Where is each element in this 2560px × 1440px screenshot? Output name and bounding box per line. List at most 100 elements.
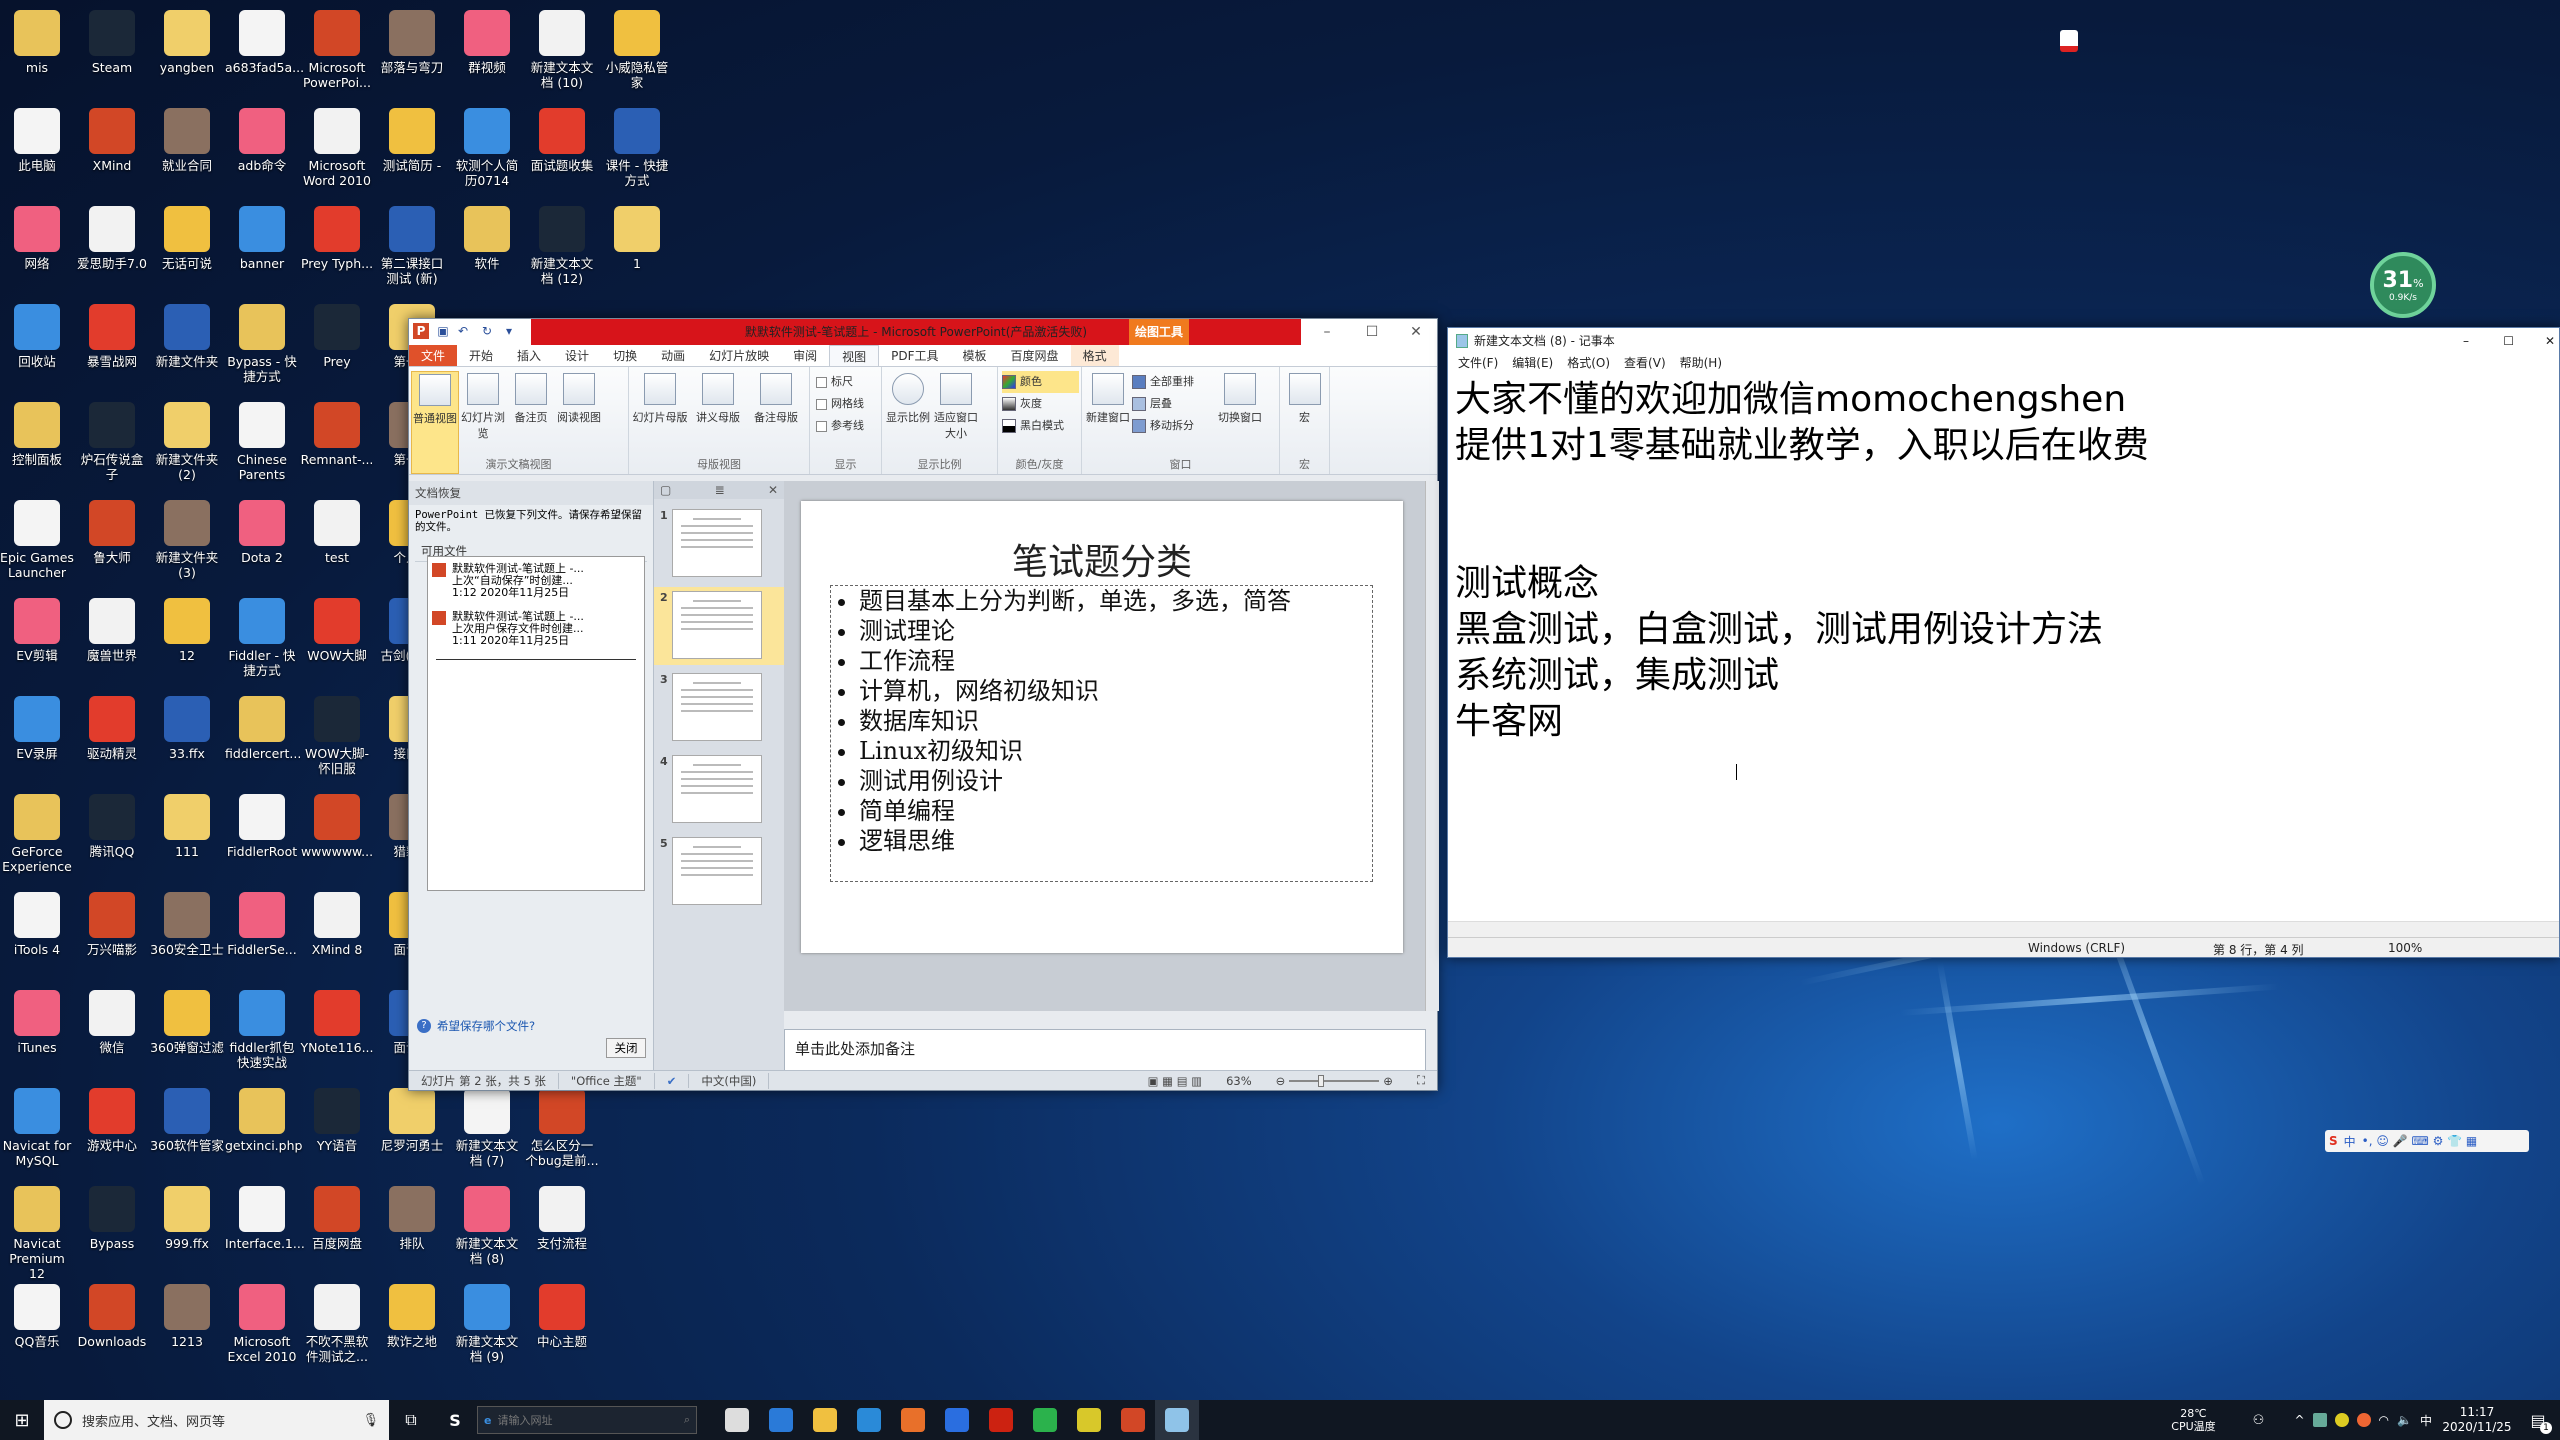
ribbon-tab[interactable]: 幻灯片放映 (697, 345, 781, 366)
desktop-icon[interactable]: fiddler抓包快速实战 (225, 984, 299, 1070)
edge-taskbar-icon[interactable] (759, 1400, 803, 1440)
desktop-icon[interactable]: 中心主题 (525, 1278, 599, 1349)
ribbon-tab[interactable]: 格式 (1070, 345, 1119, 366)
recovered-file-item[interactable]: 默默软件测试-笔试题上 -... 上次用户保存文件时创建... 1:11 2020年… (432, 611, 640, 647)
ribbon-tab[interactable]: 模板 (951, 345, 999, 366)
network-speed-widget[interactable]: 31% 0.9K/s (2370, 252, 2436, 318)
maximize-button[interactable]: ☐ (1349, 319, 1395, 345)
desktop-icon[interactable]: 腾讯QQ (75, 788, 149, 859)
move-split-button[interactable]: 移动拆分 (1132, 415, 1216, 437)
desktop-icon[interactable]: 欺诈之地 (375, 1278, 449, 1349)
desktop-icon[interactable]: Dota 2 (225, 494, 299, 565)
360-browser-icon[interactable]: S (433, 1400, 477, 1440)
desktop-icon[interactable]: FiddlerRoot (225, 788, 299, 859)
ime-toolbar[interactable]: S 中 •, ☺ 🎤 ⌨ ⚙ 👕 ▦ (2325, 1130, 2529, 1152)
desktop-icon[interactable]: Interface.1... (225, 1180, 305, 1251)
arrange-all-button[interactable]: 全部重排 (1132, 371, 1216, 393)
action-center-icon[interactable]: ▤ 1 (2516, 1400, 2560, 1440)
ribbon-tab[interactable]: 百度网盘 (999, 345, 1071, 366)
desktop-icon[interactable]: YY语音 (300, 1082, 374, 1153)
desktop-icon[interactable]: 新建文本文档 (9) (450, 1278, 524, 1364)
cascade-button[interactable]: 层叠 (1132, 393, 1216, 415)
wifi-icon[interactable]: ◠ (2379, 1413, 2389, 1427)
desktop-icon[interactable]: Bypass - 快捷方式 (225, 298, 299, 384)
clock[interactable]: 11:17 2020/11/25 (2438, 1405, 2516, 1435)
desktop-icon[interactable]: 课件 - 快捷方式 (600, 102, 674, 188)
start-button[interactable]: ⊞ (0, 1400, 44, 1440)
firefox-tray-icon[interactable] (2356, 1413, 2371, 1427)
desktop-icon[interactable]: QQ音乐 (0, 1278, 74, 1349)
close-recovery-button[interactable]: 关闭 (606, 1038, 646, 1058)
desktop-icon[interactable]: 新建文本文档 (8) (450, 1180, 524, 1266)
tray-app-icon[interactable] (2312, 1413, 2327, 1427)
recovered-file-item[interactable]: 默默软件测试-笔试题上 -... 上次“自动保存”时创建... 1:12 2020年… (432, 563, 640, 599)
desktop-icon[interactable]: 新建文本文档 (12) (525, 200, 599, 286)
minimize-button[interactable]: – (1304, 319, 1350, 345)
zoom-slider[interactable]: ⊖ ⊕ (1264, 1074, 1405, 1088)
desktop-icon[interactable]: 1213 (150, 1278, 224, 1349)
desktop-icon[interactable]: 暴雪战网 (75, 298, 149, 369)
zoom-level[interactable]: 63% (1214, 1074, 1264, 1088)
desktop-icon[interactable]: 不吹不黑软件测试之... (300, 1278, 374, 1364)
show-hidden-icons[interactable]: ^ (2294, 1413, 2304, 1427)
notepad-taskbar-icon[interactable] (1155, 1400, 1199, 1440)
browser-address-box[interactable]: e 请输入网址 ⌕ (477, 1406, 697, 1434)
screen-recorder-taskbar-icon[interactable] (979, 1400, 1023, 1440)
powerpoint-taskbar-icon[interactable] (1111, 1400, 1155, 1440)
mail-taskbar-icon[interactable] (847, 1400, 891, 1440)
desktop-icon[interactable]: 驱动精灵 (75, 690, 149, 761)
desktop-icon[interactable]: 万兴喵影 (75, 886, 149, 957)
save-icon[interactable]: ▣ (435, 323, 451, 339)
task-view-icon[interactable]: ⧉ (389, 1400, 433, 1440)
desktop-icon[interactable]: 新建文件夹 (3) (150, 494, 224, 580)
microphone-icon[interactable]: 🎙 (362, 1413, 389, 1428)
desktop-icon[interactable]: fiddlercert... (225, 690, 301, 761)
notepad-text-area[interactable]: 大家不懂的欢迎加微信momochengshen 提供1对1零基础就业教学，入职以后… (1454, 377, 2541, 919)
desktop-icon[interactable]: Downloads (75, 1278, 149, 1349)
feishu-taskbar-icon[interactable] (935, 1400, 979, 1440)
guides-checkbox[interactable]: 参考线 (816, 415, 879, 437)
desktop-icon[interactable]: XMind 8 (300, 886, 374, 957)
desktop-icon[interactable]: Navicat Premium 12 (0, 1180, 74, 1281)
desktop-icon[interactable]: 软件 (450, 200, 524, 271)
ribbon-tab[interactable]: 文件 (409, 345, 458, 366)
spellcheck-icon[interactable]: ✔ (655, 1073, 690, 1088)
grayscale-button[interactable]: 灰度 (1002, 393, 1079, 415)
close-button[interactable]: ✕ (1393, 319, 1439, 345)
desktop-icon[interactable]: 部落与弯刀 (375, 4, 449, 75)
desktop-icon[interactable]: 新建文件夹 (2) (150, 396, 224, 482)
notes-input[interactable]: 单击此处添加备注 (784, 1029, 1426, 1071)
desktop-icon[interactable]: 新建文本文档 (7) (450, 1082, 524, 1168)
desktop-icon[interactable]: FiddlerSe... (225, 886, 299, 957)
desktop-icon[interactable]: banner (225, 200, 299, 271)
color-button[interactable]: 颜色 (1002, 371, 1079, 393)
desktop-icon[interactable]: WOW大脚-怀旧服 (300, 690, 374, 776)
vertical-scrollbar[interactable] (1425, 481, 1439, 1011)
desktop-icon[interactable]: a683fad5a... (225, 4, 304, 75)
slide-thumbnail[interactable]: 1 (654, 505, 784, 583)
ribbon-tab[interactable]: PDF工具 (879, 345, 950, 366)
desktop-icon[interactable]: 新建文件夹 (150, 298, 224, 369)
desktop-icon[interactable]: Microsoft Word 2010 (300, 102, 374, 188)
customize-quick-access-icon[interactable]: ▾ (501, 323, 517, 339)
slide-thumbnail[interactable]: 2 (654, 587, 784, 665)
store-taskbar-icon[interactable] (715, 1400, 759, 1440)
desktop-icon[interactable]: getxinci.php (225, 1082, 302, 1153)
desktop-icon[interactable]: 网络 (0, 200, 74, 271)
desktop-icon[interactable]: Fiddler - 快捷方式 (225, 592, 299, 678)
desktop-icon[interactable]: 支付流程 (525, 1180, 599, 1251)
desktop-icon[interactable]: 排队 (375, 1180, 449, 1251)
desktop-icon[interactable]: 无话可说 (150, 200, 224, 271)
menu-item[interactable]: 帮助(H) (1680, 354, 1722, 374)
slide-title[interactable]: 笔试题分类 (801, 533, 1403, 585)
menu-item[interactable]: 格式(O) (1567, 354, 1610, 374)
firefox-taskbar-icon[interactable] (891, 1400, 935, 1440)
desktop-icon[interactable]: 游戏中心 (75, 1082, 149, 1153)
ribbon-tab[interactable]: 视图 (829, 345, 880, 366)
desktop-icon[interactable]: 此电脑 (0, 102, 74, 173)
desktop-icon[interactable]: 尼罗河勇士 (375, 1082, 449, 1153)
360-taskbar-icon[interactable] (1067, 1400, 1111, 1440)
desktop-icon[interactable]: Epic Games Launcher (0, 494, 74, 580)
desktop-icon[interactable]: 就业合同 (150, 102, 224, 173)
menu-item[interactable]: 文件(F) (1458, 354, 1498, 374)
